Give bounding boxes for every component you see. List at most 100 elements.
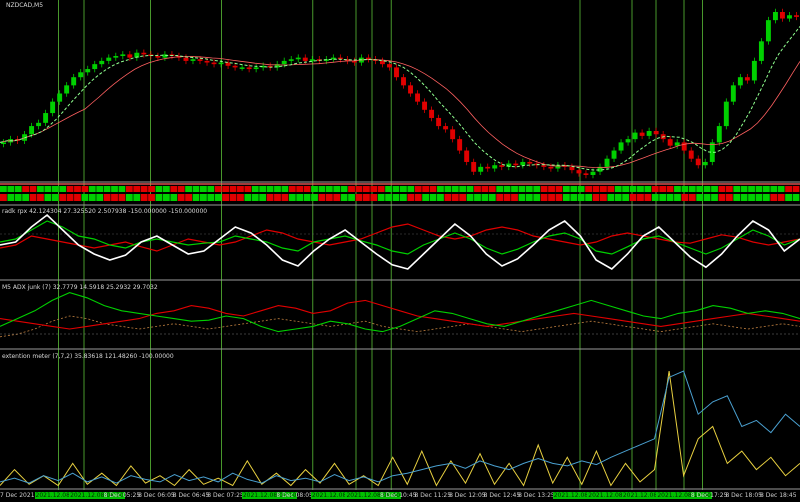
signal-bar <box>451 186 459 192</box>
signal-bar <box>333 186 341 192</box>
signal-bar <box>170 194 178 201</box>
signal-bar <box>659 186 667 192</box>
signal-bar <box>259 186 267 192</box>
bear-candle <box>688 150 694 159</box>
signal-bar <box>222 186 230 192</box>
signal-bar <box>740 186 748 192</box>
signal-bar <box>125 186 133 192</box>
time-tick: 8 Dec 08:05 <box>276 492 313 499</box>
signal-bar <box>103 186 111 192</box>
signal-bar <box>659 194 667 201</box>
signal-bar <box>333 194 341 201</box>
bull-candle <box>674 142 680 146</box>
signal-bar <box>162 194 170 201</box>
signal-bar <box>140 186 148 192</box>
bull-candle <box>253 67 259 70</box>
signal-bar <box>696 186 704 192</box>
signal-bar <box>311 186 318 192</box>
signal-bar <box>177 186 185 192</box>
signal-bar <box>362 194 370 201</box>
signal-bar <box>7 186 15 192</box>
signal-bar <box>370 194 378 201</box>
bear-candle <box>450 129 456 140</box>
signal-bar <box>592 194 600 201</box>
signal-bar <box>125 194 133 201</box>
signal-bar <box>311 194 318 201</box>
signal-bar <box>511 186 518 192</box>
signal-bar <box>503 194 511 201</box>
signal-bar <box>274 186 281 192</box>
signal-bar <box>0 194 7 201</box>
signal-bar <box>170 186 178 192</box>
time-tick: 8 Dec 13:25 <box>518 492 555 499</box>
signal-bar <box>703 194 711 201</box>
signal-bar <box>518 194 526 201</box>
signal-bar <box>785 186 792 192</box>
signal-bar <box>725 186 733 192</box>
signal-bar <box>703 186 711 192</box>
signal-bar <box>118 194 126 201</box>
bull-candle <box>239 67 245 69</box>
signal-bar <box>66 194 74 201</box>
signal-bar <box>496 194 504 201</box>
bear-candle <box>429 109 435 118</box>
signal-bar <box>622 186 630 192</box>
bear-candle <box>639 132 645 136</box>
extension-label: extention meter (7,7,2) 35.83618 121.482… <box>2 353 174 360</box>
bear-candle <box>527 161 533 164</box>
signal-bar <box>429 186 437 192</box>
bull-candle <box>646 130 652 136</box>
signal-bar <box>540 186 548 192</box>
bear-candle <box>127 54 133 58</box>
signal-bar <box>748 186 755 192</box>
bull-candle <box>604 158 610 167</box>
bear-candle <box>464 150 470 162</box>
bear-candle <box>141 52 147 55</box>
signal-bar <box>525 186 533 192</box>
signal-bar <box>162 186 170 192</box>
signal-bar <box>733 186 741 192</box>
signal-bar <box>155 186 163 192</box>
bear-candle <box>401 77 406 86</box>
bull-candle <box>99 60 105 65</box>
signal-bar <box>377 186 385 192</box>
bull-candle <box>1 142 6 145</box>
signal-bar <box>548 194 555 201</box>
signal-bar <box>59 186 67 192</box>
signal-bar <box>762 186 770 192</box>
signal-bar <box>696 194 704 201</box>
signal-bar <box>303 186 311 192</box>
signal-bar <box>600 186 607 192</box>
signal-bar <box>185 186 192 192</box>
bull-candle <box>702 161 708 166</box>
signal-bar <box>274 194 281 201</box>
bear-candle <box>513 163 519 166</box>
bull-candle <box>625 139 631 143</box>
time-tick: 8 Dec 17:25 <box>690 492 728 499</box>
signal-bar <box>103 194 111 201</box>
bull-candle <box>716 126 722 143</box>
signal-bar <box>237 186 244 192</box>
signal-bar <box>592 186 600 192</box>
signal-bar <box>400 194 407 201</box>
signal-bar <box>562 194 570 201</box>
signal-bar <box>740 194 748 201</box>
signal-bar <box>666 186 674 192</box>
bull-candle <box>71 77 77 86</box>
signal-bar <box>266 194 274 201</box>
bear-candle <box>155 56 161 58</box>
signal-bar <box>244 194 252 201</box>
signal-bar <box>607 194 615 201</box>
bear-candle <box>653 130 659 135</box>
bull-candle <box>478 166 484 172</box>
signal-bar <box>229 186 237 192</box>
signal-bar <box>229 194 237 201</box>
signal-bar <box>548 186 555 192</box>
signal-bar <box>22 194 30 201</box>
signal-bar <box>792 186 800 192</box>
bear-candle <box>232 65 238 68</box>
trading-chart[interactable] <box>0 0 800 502</box>
signal-bar <box>451 194 459 201</box>
signal-bar <box>325 194 333 201</box>
signal-bar <box>237 194 244 201</box>
